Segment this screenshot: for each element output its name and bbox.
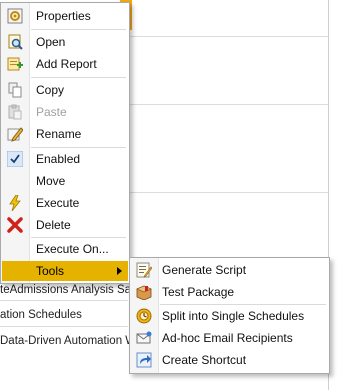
- submenu-item-label: Test Package: [162, 285, 235, 299]
- script-icon: [136, 262, 153, 278]
- menu-item-label: Rename: [36, 127, 82, 141]
- row-divider: [128, 104, 328, 105]
- menu-item-enabled[interactable]: Enabled: [2, 149, 128, 169]
- check-icon: [6, 150, 24, 168]
- menu-separator: [31, 29, 126, 30]
- list-item[interactable]: ation Schedules: [0, 309, 82, 321]
- shortcut-icon: [136, 352, 152, 368]
- tools-submenu: Generate Script Test Package Split into …: [129, 257, 330, 374]
- split-icon: [136, 308, 152, 324]
- row-divider: [0, 326, 128, 327]
- menu-item-rename[interactable]: Rename: [2, 124, 128, 144]
- menu-item-label: Move: [36, 174, 66, 188]
- menu-item-execute[interactable]: Execute: [2, 193, 128, 213]
- submenu-item-adhoc-email[interactable]: Ad-hoc Email Recipients: [131, 327, 328, 349]
- package-icon: [136, 284, 152, 301]
- rename-icon: [7, 126, 24, 142]
- submenu-item-label: Create Shortcut: [162, 353, 247, 367]
- delete-icon: [7, 217, 23, 233]
- menu-separator: [31, 147, 126, 148]
- context-menu: Properties Open Add Report Copy Paste Re…: [0, 2, 130, 284]
- row-divider: [128, 36, 328, 37]
- submenu-item-generate-script[interactable]: Generate Script: [131, 259, 328, 281]
- menu-item-label: Delete: [36, 218, 71, 232]
- submenu-item-label: Generate Script: [162, 263, 247, 277]
- menu-item-label: Execute: [36, 196, 80, 210]
- menu-item-label: Add Report: [36, 57, 97, 71]
- menu-item-move[interactable]: Move: [2, 171, 128, 191]
- menu-item-label: Enabled: [36, 152, 81, 166]
- menu-item-open[interactable]: Open: [2, 32, 128, 52]
- submenu-item-test-package[interactable]: Test Package: [131, 281, 328, 303]
- menu-item-copy[interactable]: Copy: [2, 80, 128, 100]
- properties-icon: [7, 8, 23, 24]
- execute-icon: [7, 194, 23, 212]
- menu-item-properties[interactable]: Properties: [2, 6, 128, 26]
- row-divider: [128, 192, 328, 193]
- menu-item-label: Tools: [36, 264, 65, 278]
- submenu-item-label: Split into Single Schedules: [162, 309, 305, 323]
- list-item[interactable]: teAdmissions Analysis Sam: [0, 284, 141, 296]
- copy-icon: [7, 82, 23, 98]
- submenu-item-create-shortcut[interactable]: Create Shortcut: [131, 349, 328, 371]
- email-icon: [136, 330, 152, 346]
- menu-separator: [31, 77, 126, 78]
- add-report-icon: [7, 56, 23, 72]
- menu-item-label: Properties: [36, 9, 91, 23]
- submenu-item-label: Ad-hoc Email Recipients: [162, 331, 293, 345]
- menu-item-label: Paste: [36, 105, 67, 119]
- menu-item-execute-on[interactable]: Execute On...: [2, 239, 128, 259]
- paste-icon: [7, 104, 23, 120]
- row-divider: [0, 300, 128, 301]
- menu-item-paste[interactable]: Paste: [2, 102, 128, 122]
- menu-item-label: Execute On...: [36, 242, 109, 256]
- menu-item-add-report[interactable]: Add Report: [2, 54, 128, 74]
- menu-item-label: Open: [36, 35, 66, 49]
- menu-item-tools[interactable]: Tools: [2, 261, 128, 281]
- open-icon: [7, 34, 23, 50]
- submenu-arrow-icon: [117, 267, 122, 275]
- menu-item-delete[interactable]: Delete: [2, 215, 128, 235]
- list-item[interactable]: Data-Driven Automation W.: [0, 335, 139, 347]
- submenu-item-split-schedules[interactable]: Split into Single Schedules: [131, 305, 328, 327]
- menu-separator: [31, 237, 126, 238]
- menu-item-label: Copy: [36, 83, 65, 97]
